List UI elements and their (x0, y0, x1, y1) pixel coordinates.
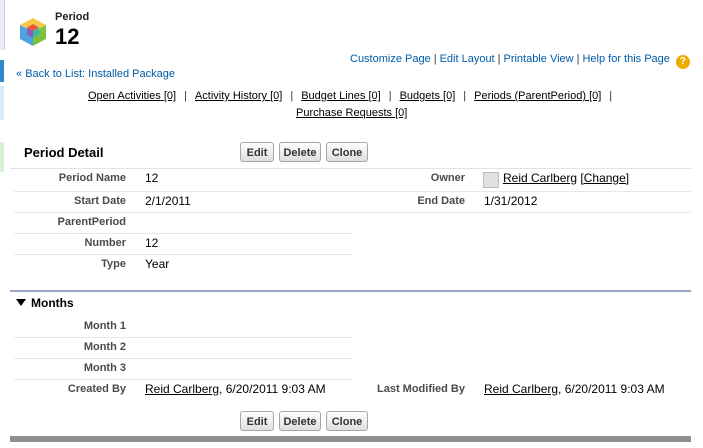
field-label-period-name: Period Name (58, 172, 126, 184)
row-divider (14, 233, 352, 234)
row-divider (14, 254, 352, 255)
page-help-links: Customize Page | Edit Layout | Printable Vie… (350, 53, 690, 69)
object-type-label: Period (55, 11, 90, 23)
back-to-list-link[interactable]: « Back to List: Installed Package (16, 68, 175, 80)
related-list-links: Open Activities [0] | Activity History [0]… (88, 90, 613, 119)
row-divider (14, 212, 691, 213)
left-tab-active[interactable] (0, 60, 4, 82)
months-section-toggle[interactable]: Months (16, 296, 74, 310)
field-label-end-date: End Date (417, 195, 465, 207)
section-divider (10, 290, 691, 292)
related-link-budgets[interactable]: Budgets [0] (400, 90, 456, 102)
edit-button[interactable]: Edit (240, 142, 274, 162)
months-section-title: Months (31, 296, 74, 310)
field-value-owner: Reid Carlberg [Change] (503, 171, 629, 185)
delete-button[interactable]: Delete (279, 142, 321, 162)
field-label-last-modified-by: Last Modified By (376, 383, 465, 395)
separator: | (497, 53, 501, 65)
field-label-number: Number (84, 237, 126, 249)
field-label-month1: Month 1 (83, 320, 126, 332)
cube-icon (20, 18, 46, 46)
footer-bar (10, 436, 691, 442)
row-divider (14, 191, 691, 192)
row-divider (14, 358, 352, 359)
page-title: 12 (55, 24, 80, 49)
edit-layout-link[interactable]: Edit Layout (440, 53, 495, 65)
row-divider (14, 337, 352, 338)
field-label-month2: Month 2 (83, 341, 126, 353)
field-label-month3: Month 3 (83, 362, 126, 374)
triangle-down-icon[interactable] (16, 299, 26, 306)
delete-button[interactable]: Delete (279, 411, 321, 431)
left-tab-strip (0, 142, 4, 172)
field-value-number: 12 (145, 236, 159, 250)
back-arrow-icon: « (16, 68, 23, 80)
field-label-owner: Owner (430, 172, 465, 184)
left-tab-strip (0, 86, 4, 120)
last-modified-user-link[interactable]: Reid Carlberg (484, 382, 558, 396)
created-by-date: , 6/20/2011 9:03 AM (219, 382, 326, 396)
section-title: Period Detail (24, 145, 104, 160)
back-to-list-label[interactable]: Back to List: Installed Package (25, 68, 175, 80)
related-link-budget-lines[interactable]: Budget Lines [0] (301, 90, 381, 102)
separator: | (576, 53, 580, 65)
related-link-open-activities[interactable]: Open Activities [0] (88, 90, 176, 102)
help-for-page-link[interactable]: Help for this Page (582, 53, 669, 65)
field-label-parent-period: ParentPeriod (57, 216, 126, 228)
field-value-period-name: 12 (145, 171, 159, 185)
printable-view-link[interactable]: Printable View (503, 53, 573, 65)
field-label-start-date: Start Date (74, 195, 126, 207)
clone-button[interactable]: Clone (326, 142, 368, 162)
left-tab-strip (0, 0, 5, 50)
field-label-created-by: Created By (67, 383, 126, 395)
field-value-end-date: 1/31/2012 (484, 194, 538, 208)
edit-button[interactable]: Edit (240, 411, 274, 431)
related-link-periods-parentperiod[interactable]: Periods (ParentPeriod) [0] (474, 90, 601, 102)
related-link-purchase-requests[interactable]: Purchase Requests [0] (296, 107, 407, 119)
related-link-activity-history[interactable]: Activity History [0] (195, 90, 282, 102)
last-modified-date: , 6/20/2011 9:03 AM (558, 382, 665, 396)
clone-button[interactable]: Clone (326, 411, 368, 431)
row-divider (14, 379, 352, 380)
field-label-type: Type (101, 258, 126, 270)
field-value-type: Year (145, 257, 170, 271)
help-icon[interactable]: ? (675, 55, 690, 69)
field-value-last-modified-by: Reid Carlberg, 6/20/2011 9:03 AM (484, 382, 665, 396)
field-value-start-date: 2/1/2011 (145, 194, 191, 208)
user-avatar-icon (483, 172, 499, 188)
change-owner-link[interactable]: [Change] (580, 171, 629, 185)
created-by-user-link[interactable]: Reid Carlberg (145, 382, 219, 396)
field-value-created-by: Reid Carlberg, 6/20/2011 9:03 AM (145, 382, 326, 396)
separator: | (433, 53, 437, 65)
owner-link[interactable]: Reid Carlberg (503, 171, 577, 185)
customize-page-link[interactable]: Customize Page (350, 53, 431, 65)
